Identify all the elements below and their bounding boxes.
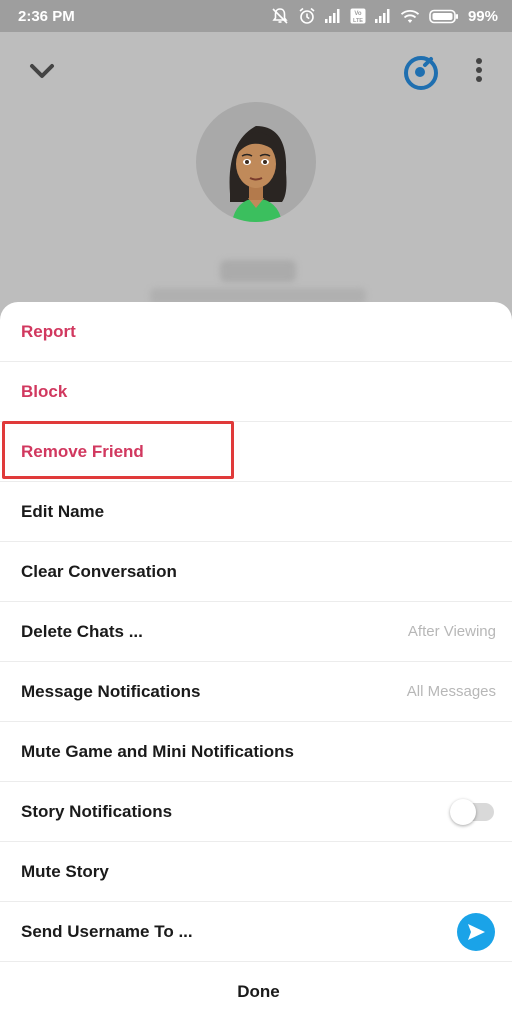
signal-icon [324, 9, 340, 23]
action-sheet: Report Block Remove Friend Edit Name Cle… [0, 302, 512, 1024]
status-icons: Vo LTE 99% [271, 7, 498, 25]
battery-icon [429, 9, 458, 23]
alarm-icon [299, 7, 315, 24]
more-vertical-icon[interactable] [474, 56, 484, 86]
send-icon[interactable] [457, 912, 495, 951]
report-button[interactable]: Report [0, 302, 512, 362]
message-notifications-button[interactable]: Message Notifications All Messages [0, 662, 512, 722]
highlight-annotation [2, 421, 234, 479]
story-notifications-row: Story Notifications [0, 782, 512, 842]
mute-game-label: Mute Game and Mini Notifications [21, 741, 294, 761]
status-time: 2:36 PM [18, 7, 75, 25]
avatar[interactable] [196, 102, 316, 222]
clear-conversation-button[interactable]: Clear Conversation [0, 542, 512, 602]
toggle-knob [450, 798, 476, 825]
profile-name-blurred [220, 260, 296, 282]
block-button[interactable]: Block [0, 362, 512, 422]
send-username-button[interactable]: Send Username To ... [0, 902, 512, 962]
message-notifications-value: All Messages [406, 683, 496, 700]
bitmoji-avatar [229, 126, 287, 222]
delete-chats-button[interactable]: Delete Chats ... After Viewing [0, 602, 512, 662]
story-notifications-label: Story Notifications [21, 801, 173, 821]
report-label: Report [21, 321, 76, 341]
block-label: Block [21, 381, 68, 401]
mute-story-label: Mute Story [21, 861, 109, 881]
mute-game-notifications-button[interactable]: Mute Game and Mini Notifications [0, 722, 512, 782]
done-label: Done [237, 982, 280, 1001]
mute-story-button[interactable]: Mute Story [0, 842, 512, 902]
message-notifications-label: Message Notifications [21, 681, 201, 701]
svg-text:LTE: LTE [353, 18, 363, 24]
edit-name-label: Edit Name [21, 501, 105, 521]
wifi-icon [400, 9, 420, 23]
clear-conversation-label: Clear Conversation [21, 561, 177, 581]
edit-name-button[interactable]: Edit Name [0, 482, 512, 542]
volte-icon: Vo LTE [350, 8, 366, 24]
signal-icon [374, 9, 390, 23]
profile-header [0, 32, 512, 322]
delete-chats-label: Delete Chats ... [21, 621, 143, 641]
bitmoji-icon[interactable] [402, 54, 440, 92]
send-username-label: Send Username To ... [21, 921, 193, 941]
battery-percent: 99% [467, 7, 498, 25]
chevron-down-icon[interactable] [28, 62, 56, 80]
status-bar: 2:36 PM Vo LTE 99% [0, 0, 512, 32]
done-button[interactable]: Done [0, 962, 512, 1022]
svg-text:Vo: Vo [354, 11, 362, 17]
delete-chats-value: After Viewing [407, 623, 496, 640]
story-notifications-toggle[interactable] [450, 798, 494, 825]
mute-icon [272, 8, 288, 24]
